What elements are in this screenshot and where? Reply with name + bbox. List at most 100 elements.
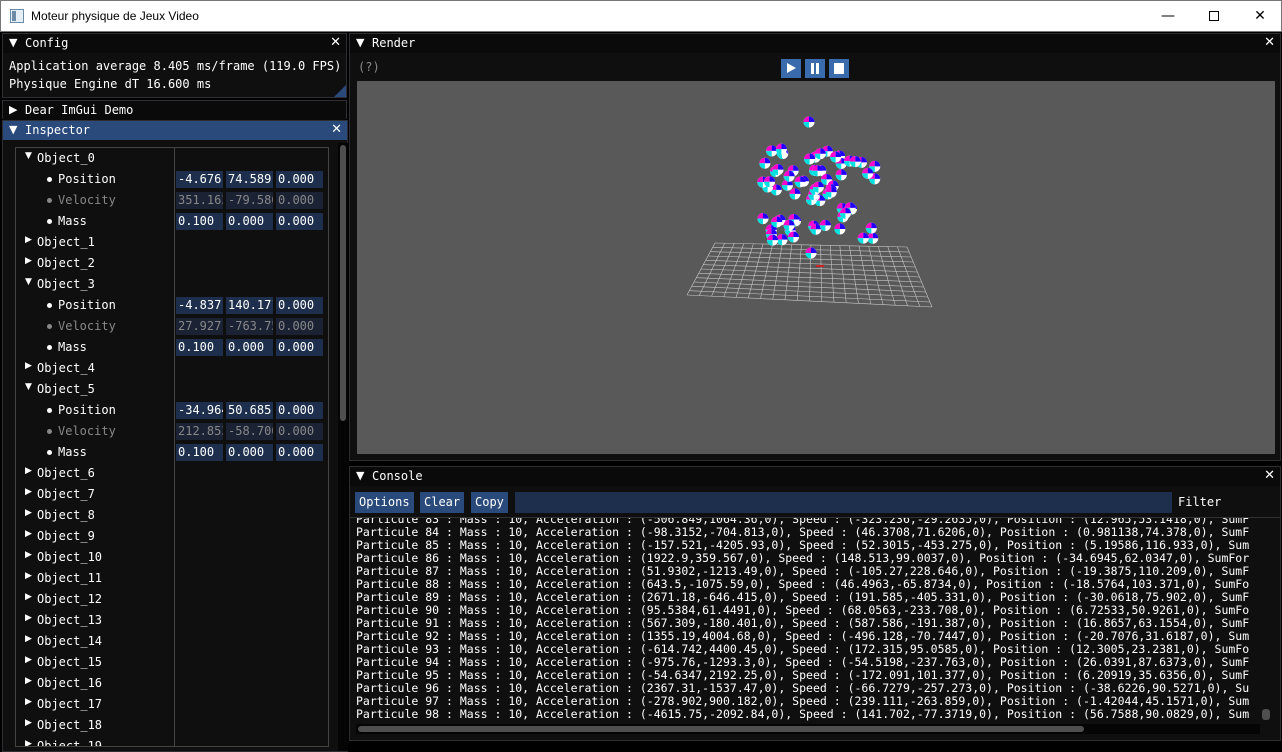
- tree-node[interactable]: ▶ Object_8: [16, 505, 174, 526]
- close-window-button[interactable]: ✕: [1237, 1, 1282, 31]
- triangle-right-icon[interactable]: ▶: [25, 592, 32, 602]
- inspector-titlebar[interactable]: ▼ Inspector ✕: [3, 121, 347, 140]
- tree-node[interactable]: ▶ Object_1: [16, 232, 174, 253]
- value-field[interactable]: 140.171: [226, 297, 273, 314]
- render-titlebar[interactable]: ▼ Render ✕: [350, 34, 1280, 53]
- value-field[interactable]: -79.586: [226, 192, 273, 209]
- triangle-down-icon[interactable]: ▼: [356, 36, 364, 49]
- tree-node[interactable]: ▶ Object_11: [16, 568, 174, 589]
- triangle-right-icon[interactable]: ▶: [25, 256, 32, 266]
- tree-node[interactable]: ▶ Object_13: [16, 610, 174, 631]
- triangle-right-icon[interactable]: ▶: [25, 508, 32, 518]
- particle-sphere: [810, 223, 822, 235]
- value-field[interactable]: 0.000: [276, 192, 323, 209]
- value-field[interactable]: 0.000: [226, 339, 273, 356]
- triangle-right-icon[interactable]: ▶: [25, 634, 32, 644]
- value-field[interactable]: 0.000: [276, 423, 323, 440]
- value-field[interactable]: -58.706: [226, 423, 273, 440]
- pause-button[interactable]: [805, 59, 825, 78]
- value-field[interactable]: 27.927: [176, 318, 223, 335]
- value-field[interactable]: 0.000: [276, 213, 323, 230]
- value-field[interactable]: 74.589: [226, 171, 273, 188]
- inspector-scroll-thumb[interactable]: [340, 145, 346, 421]
- triangle-right-icon[interactable]: ▶: [25, 529, 32, 539]
- close-icon[interactable]: ✕: [331, 122, 342, 137]
- triangle-right-icon[interactable]: ▶: [25, 550, 32, 560]
- value-field[interactable]: -4.676: [176, 171, 223, 188]
- render-viewport[interactable]: [357, 81, 1275, 454]
- tree-node[interactable]: ▶ Object_10: [16, 547, 174, 568]
- triangle-right-icon[interactable]: ▶: [25, 235, 32, 245]
- console-titlebar[interactable]: ▼ Console ✕: [350, 467, 1280, 486]
- value-field[interactable]: 0.000: [276, 339, 323, 356]
- close-icon[interactable]: ✕: [330, 35, 341, 50]
- value-field[interactable]: -763.75: [226, 318, 273, 335]
- triangle-down-icon[interactable]: ▼: [356, 469, 364, 482]
- filter-input[interactable]: [515, 492, 1172, 513]
- close-icon[interactable]: ✕: [1264, 468, 1275, 483]
- tree-node[interactable]: ▶ Object_18: [16, 715, 174, 736]
- triangle-right-icon[interactable]: ▶: [25, 571, 32, 581]
- console-vscroll-thumb[interactable]: [1262, 709, 1270, 720]
- triangle-down-icon[interactable]: ▼: [9, 36, 17, 49]
- tree-node[interactable]: ▶ Object_4: [16, 358, 174, 379]
- triangle-right-icon[interactable]: ▶: [9, 103, 17, 116]
- maximize-button[interactable]: [1191, 1, 1237, 31]
- tree-node[interactable]: ▶ Object_19: [16, 736, 174, 746]
- options-button[interactable]: Options: [355, 492, 414, 513]
- triangle-right-icon[interactable]: ▶: [25, 676, 32, 686]
- value-field[interactable]: 0.000: [226, 213, 273, 230]
- tree-node[interactable]: ▶ Object_7: [16, 484, 174, 505]
- value-field[interactable]: 0.000: [276, 297, 323, 314]
- tree-node[interactable]: ▶ Object_9: [16, 526, 174, 547]
- tree-node[interactable]: ▶ Object_6: [16, 463, 174, 484]
- value-field[interactable]: 0.100: [176, 339, 223, 356]
- play-button[interactable]: [781, 59, 801, 78]
- tree-node[interactable]: ▶ Object_14: [16, 631, 174, 652]
- value-field[interactable]: 0.100: [176, 444, 223, 461]
- tree-node[interactable]: ▶ Object_16: [16, 673, 174, 694]
- triangle-right-icon[interactable]: ▶: [25, 487, 32, 497]
- triangle-right-icon[interactable]: ▶: [25, 697, 32, 707]
- triangle-down-icon[interactable]: ▼: [25, 277, 32, 287]
- resize-grip[interactable]: [334, 85, 346, 97]
- value-field[interactable]: 50.685: [226, 402, 273, 419]
- triangle-down-icon[interactable]: ▼: [25, 382, 32, 392]
- tree-node[interactable]: ▶ Object_17: [16, 694, 174, 715]
- tree-node[interactable]: ▼ Object_5: [16, 379, 174, 400]
- minimize-button[interactable]: —: [1145, 1, 1191, 31]
- tree-node[interactable]: ▼ Object_0: [16, 148, 174, 169]
- stop-button[interactable]: [829, 59, 849, 78]
- value-field[interactable]: 0.000: [276, 444, 323, 461]
- tree-node[interactable]: ▶ Object_12: [16, 589, 174, 610]
- triangle-right-icon[interactable]: ▶: [25, 718, 32, 728]
- value-field[interactable]: -4.837: [176, 297, 223, 314]
- demo-titlebar[interactable]: ▶ Dear ImGui Demo: [3, 101, 346, 120]
- clear-button[interactable]: Clear: [420, 492, 465, 513]
- value-field[interactable]: 0.000: [226, 444, 273, 461]
- console-hscroll-thumb[interactable]: [358, 726, 1084, 732]
- tree-node[interactable]: ▶ Object_2: [16, 253, 174, 274]
- triangle-right-icon[interactable]: ▶: [25, 613, 32, 623]
- close-icon[interactable]: ✕: [1264, 35, 1275, 50]
- tree-node[interactable]: ▶ Object_15: [16, 652, 174, 673]
- value-field[interactable]: 0.000: [276, 171, 323, 188]
- config-titlebar[interactable]: ▼ Config ✕: [3, 34, 346, 53]
- value-field[interactable]: 351.163: [176, 192, 223, 209]
- console-hscrollbar[interactable]: [356, 724, 1260, 734]
- triangle-right-icon[interactable]: ▶: [25, 466, 32, 476]
- copy-button[interactable]: Copy: [471, 492, 508, 513]
- value-field[interactable]: -34.964: [176, 402, 223, 419]
- triangle-right-icon[interactable]: ▶: [25, 739, 32, 746]
- value-field[interactable]: 0.000: [276, 402, 323, 419]
- value-field[interactable]: 0.100: [176, 213, 223, 230]
- triangle-down-icon[interactable]: ▼: [9, 123, 17, 136]
- console-log: Particule 83 : Mass : 10, Acceleration :…: [356, 518, 1258, 721]
- tree-node[interactable]: ▼ Object_3: [16, 274, 174, 295]
- triangle-down-icon[interactable]: ▼: [25, 151, 32, 161]
- triangle-right-icon[interactable]: ▶: [25, 655, 32, 665]
- value-field[interactable]: 212.853: [176, 423, 223, 440]
- triangle-right-icon[interactable]: ▶: [25, 361, 32, 371]
- help-marker[interactable]: (?): [358, 60, 380, 74]
- value-field[interactable]: 0.000: [276, 318, 323, 335]
